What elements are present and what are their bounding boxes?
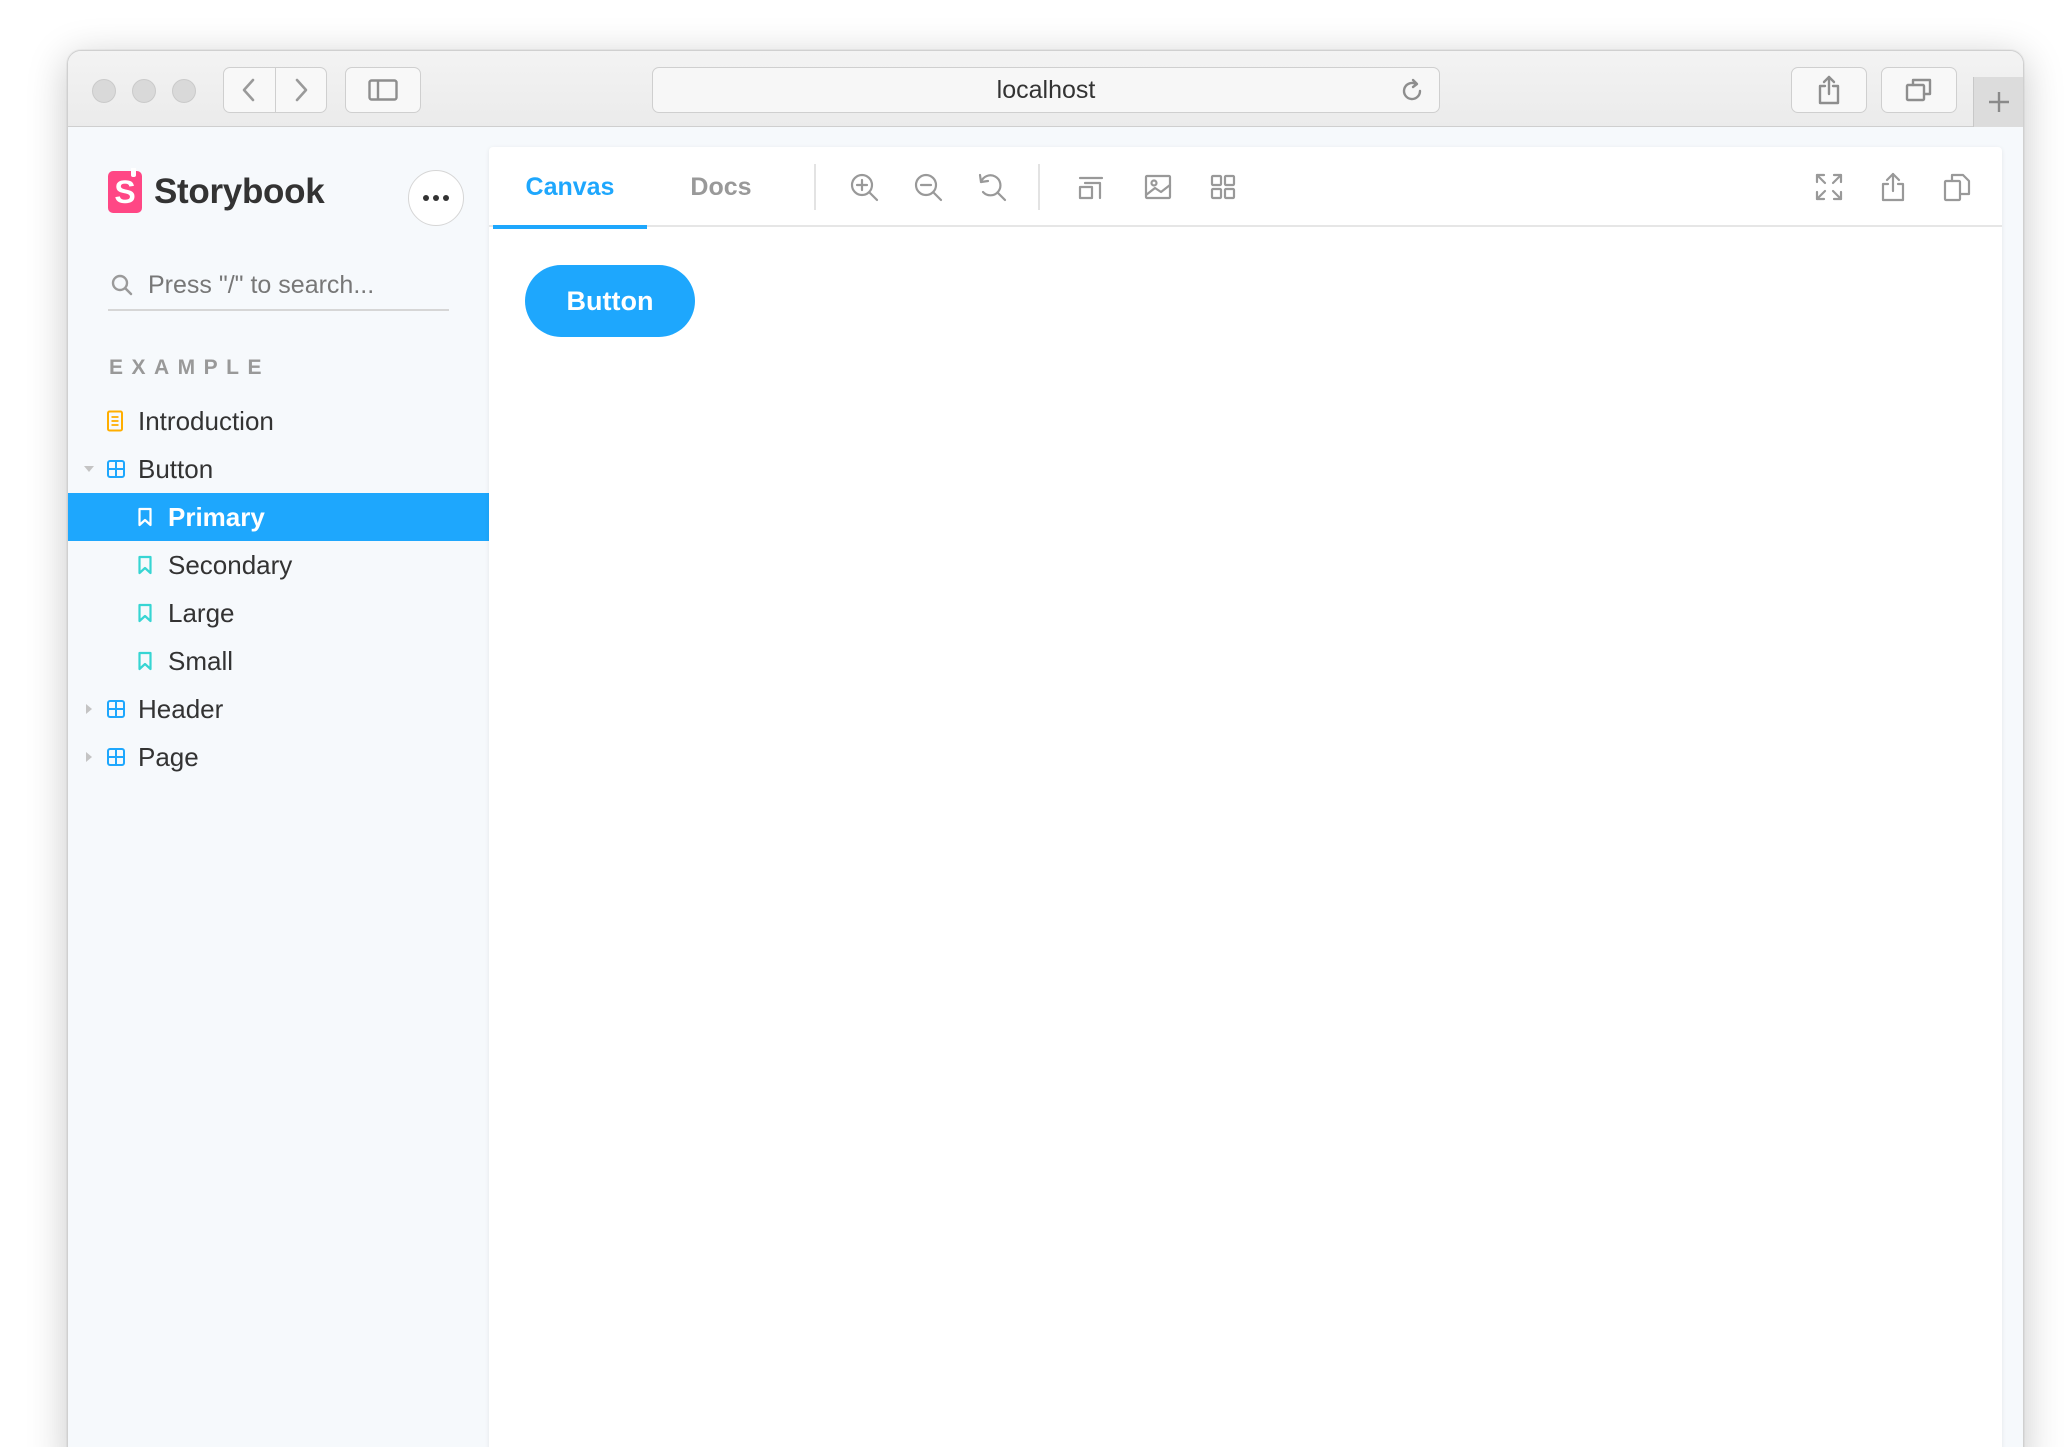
reload-icon bbox=[1402, 78, 1422, 101]
address-text: localhost bbox=[996, 75, 1096, 104]
tree-item-label: Secondary bbox=[168, 549, 293, 580]
tree-item-label: Introduction bbox=[138, 405, 274, 436]
open-new-tab-button[interactable] bbox=[1875, 169, 1911, 205]
tab-label: Canvas bbox=[525, 172, 615, 201]
storybook-logo[interactable]: S Storybook bbox=[108, 168, 325, 213]
fullscreen-button[interactable] bbox=[1811, 169, 1847, 205]
tree-item-button[interactable]: Button bbox=[68, 445, 489, 493]
storybook-logo-mark: S bbox=[108, 168, 142, 213]
browser-window: localhost S Storybook Press "/" to searc… bbox=[67, 50, 2024, 1447]
share-icon bbox=[1881, 172, 1905, 202]
component-icon bbox=[106, 459, 126, 479]
zoom-out-button[interactable] bbox=[910, 169, 946, 205]
share-browser-button[interactable] bbox=[1791, 67, 1867, 113]
tree-item-large[interactable]: Large bbox=[68, 589, 489, 637]
zoom-in-button[interactable] bbox=[846, 169, 882, 205]
zoom-in-icon bbox=[850, 173, 879, 202]
preview-panel: Canvas Docs Button bbox=[489, 147, 2002, 1447]
tree-item-label: Page bbox=[138, 741, 199, 772]
document-icon bbox=[106, 410, 124, 432]
reload-button[interactable] bbox=[1399, 78, 1425, 111]
tree-item-label: Header bbox=[138, 693, 224, 724]
grid-icon bbox=[1210, 174, 1236, 200]
tab-canvas[interactable]: Canvas bbox=[493, 147, 647, 229]
zoom-window-button[interactable] bbox=[172, 79, 196, 103]
caret-right-icon[interactable] bbox=[83, 703, 95, 715]
search-input[interactable] bbox=[148, 270, 428, 300]
toolbar-divider bbox=[1038, 164, 1040, 210]
plus-icon bbox=[1988, 92, 2009, 112]
sidebar-toggle-button[interactable] bbox=[345, 67, 421, 113]
tab-docs[interactable]: Docs bbox=[647, 147, 795, 227]
tree-item-label: Small bbox=[168, 645, 234, 676]
story-tree: Introduction Button Primary Secondary La… bbox=[68, 397, 489, 781]
tree-item-primary[interactable]: Primary bbox=[68, 493, 489, 541]
background-icon bbox=[1144, 174, 1172, 200]
copy-link-button[interactable] bbox=[1939, 169, 1975, 205]
outline-icon bbox=[1078, 176, 1104, 200]
zoom-out-icon bbox=[914, 173, 943, 202]
address-bar[interactable]: localhost bbox=[652, 67, 1440, 113]
close-window-button[interactable] bbox=[92, 79, 116, 103]
zoom-reset-button[interactable] bbox=[974, 169, 1010, 205]
caret-down-icon[interactable] bbox=[83, 463, 95, 475]
zoom-reset-icon bbox=[978, 173, 1007, 202]
grid-button[interactable] bbox=[1205, 169, 1241, 205]
bookmark-icon bbox=[137, 507, 153, 527]
tree-item-introduction[interactable]: Introduction bbox=[68, 397, 489, 445]
story-button-primary[interactable]: Button bbox=[525, 265, 695, 337]
tree-item-label: Primary bbox=[168, 501, 265, 532]
chevron-left-icon bbox=[242, 78, 255, 102]
history-nav bbox=[223, 67, 327, 113]
bookmark-icon bbox=[137, 555, 153, 575]
background-button[interactable] bbox=[1140, 169, 1176, 205]
minimize-window-button[interactable] bbox=[132, 79, 156, 103]
component-icon bbox=[106, 699, 126, 719]
tabs-icon bbox=[1905, 78, 1932, 102]
caret-right-icon[interactable] bbox=[83, 751, 95, 763]
preview-toolbar: Canvas Docs bbox=[489, 147, 2002, 229]
search-box bbox=[108, 261, 449, 311]
outline-button[interactable] bbox=[1073, 169, 1109, 205]
ellipsis-dot bbox=[443, 195, 449, 201]
tab-label: Docs bbox=[690, 172, 752, 201]
story-canvas: Button bbox=[489, 229, 2002, 1447]
sidebar-menu-button[interactable] bbox=[408, 170, 464, 226]
browser-titlebar: localhost bbox=[68, 51, 2023, 127]
share-icon bbox=[1818, 75, 1840, 105]
bookmark-icon bbox=[137, 603, 153, 623]
tabs-overview-button[interactable] bbox=[1881, 67, 1957, 113]
bookmark-icon bbox=[137, 651, 153, 671]
fullscreen-icon bbox=[1815, 173, 1843, 201]
search-icon bbox=[111, 274, 133, 296]
component-icon bbox=[106, 747, 126, 767]
back-button[interactable] bbox=[224, 68, 275, 112]
ellipsis-dot bbox=[433, 195, 439, 201]
screenshot-stage: localhost S Storybook Press "/" to searc… bbox=[0, 0, 2069, 1447]
toolbar-divider bbox=[814, 164, 816, 210]
tree-item-label: Button bbox=[138, 453, 214, 484]
storybook-sidebar: S Storybook EXAMPLE Introduction bbox=[68, 128, 489, 1447]
copy-link-icon bbox=[1943, 173, 1971, 202]
tree-item-page[interactable]: Page bbox=[68, 733, 489, 781]
tree-item-label: Large bbox=[168, 597, 235, 628]
new-tab-button[interactable] bbox=[1973, 77, 2023, 127]
tree-item-secondary[interactable]: Secondary bbox=[68, 541, 489, 589]
ellipsis-dot bbox=[423, 195, 429, 201]
chevron-right-icon bbox=[295, 78, 308, 102]
forward-button[interactable] bbox=[274, 68, 327, 112]
tree-item-small[interactable]: Small bbox=[68, 637, 489, 685]
brand-name: Storybook bbox=[154, 172, 325, 211]
tree-item-header[interactable]: Header bbox=[68, 685, 489, 733]
section-title: EXAMPLE bbox=[109, 356, 271, 379]
sidebar-icon bbox=[368, 79, 398, 101]
